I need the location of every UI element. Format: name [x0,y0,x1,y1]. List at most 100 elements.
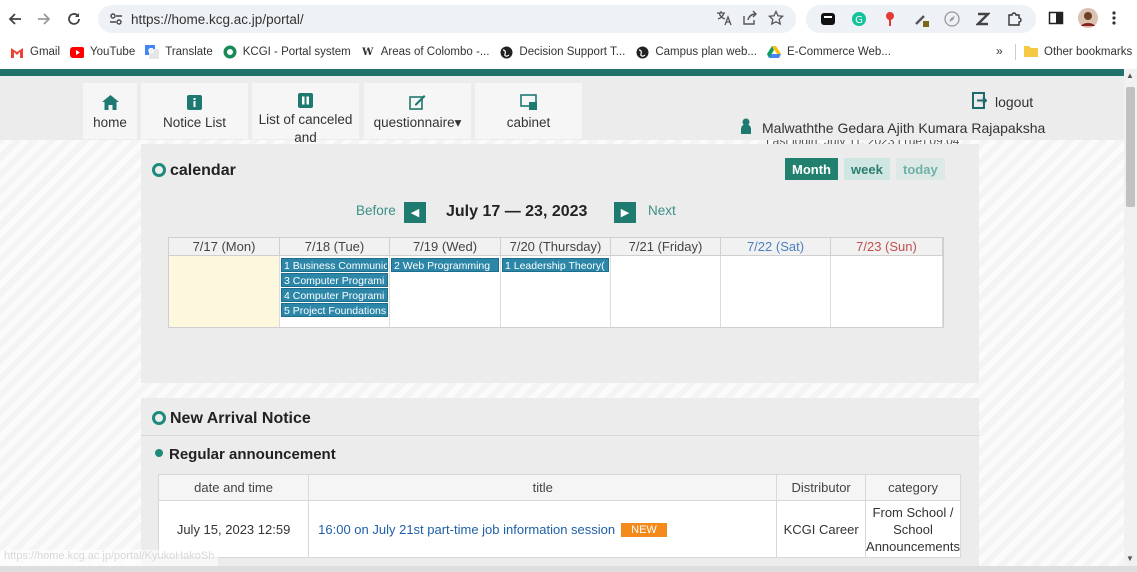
bullet-dot [155,449,163,457]
pin-extension-icon[interactable] [881,10,899,28]
bookmark-wikipedia[interactable]: W Areas of Colombo -... [361,45,489,59]
z-extension-icon[interactable] [974,10,992,28]
chevron-left-icon: ◀ [410,207,420,219]
column-header: Distributor [776,474,867,501]
bookmark-translate[interactable]: G Translate [145,45,213,59]
other-bookmarks-folder[interactable]: Other bookmarks [1024,38,1132,66]
day-header: 7/20 (Thursday) [501,238,611,255]
bookmark-gmail[interactable]: Gmail [10,45,60,59]
day-cell[interactable] [721,256,831,327]
browser-menu-icon[interactable] [1112,10,1116,28]
day-header: 7/18 (Tue) [280,238,390,255]
calendar-event[interactable]: 3 Computer Programi [281,273,388,287]
page-viewport: home Notice List List of canceled and su… [0,69,1124,566]
grammarly-icon[interactable]: G [850,10,868,28]
notice-title-link[interactable]: 16:00 on July 21st part-time job informa… [318,522,615,537]
bookmark-label: YouTube [90,46,136,58]
month-view-button[interactable]: Month [785,158,838,180]
eyedropper-extension-icon[interactable] [912,10,930,28]
calendar-event[interactable]: 1 Leadership Theory( [502,258,609,272]
notice-title-cell: 16:00 on July 21st part-time job informa… [308,500,778,558]
bookmark-ecommerce[interactable]: E-Commerce Web... [766,45,891,59]
next-week-button[interactable]: ▶ [614,202,636,223]
side-panel-icon[interactable] [1048,10,1064,29]
bookmark-campus-plan[interactable]: Campus plan web... [635,45,757,59]
prev-week-button[interactable]: ◀ [404,202,426,223]
back-button[interactable] [0,4,30,34]
day-header: 7/17 (Mon) [169,238,280,255]
tab-questionnaire[interactable]: questionnaire▾ [364,83,471,139]
gmail-icon [10,45,24,59]
compass-extension-icon[interactable] [943,10,961,28]
calendar-event[interactable]: 2 Web Programming [391,258,499,272]
before-link[interactable]: Before [356,203,396,218]
bookmark-decision-support[interactable]: Decision Support T... [499,45,625,59]
bookmark-label: Gmail [30,46,61,58]
bookmark-star-icon[interactable] [767,9,785,29]
next-link[interactable]: Next [648,203,676,218]
scroll-up-arrow-icon[interactable]: ▲ [1126,71,1134,80]
week-view-button[interactable]: week [844,158,890,180]
ring-icon [152,163,166,177]
extensions-puzzle-icon[interactable] [1005,10,1023,28]
calendar-event[interactable]: 5 Project Foundations [281,303,388,317]
other-bookmarks-label: Other bookmarks [1044,46,1133,58]
day-header: 7/22 (Sat) [721,238,831,255]
translate-icon[interactable] [716,10,732,29]
home-icon [101,93,119,111]
ring-icon [152,411,166,425]
share-icon[interactable] [742,10,758,29]
tab-label: cabinet [506,115,551,130]
forward-button[interactable] [29,4,59,34]
svg-text:G: G [148,47,154,55]
scrollbar-thumb[interactable] [1126,87,1135,207]
page-scrollbar[interactable]: ▲ ▼ [1124,69,1137,566]
tab-label: questionnaire▾ [373,115,462,130]
tab-notice-list[interactable]: Notice List [141,83,248,139]
status-bar-url: https://home.kcg.ac.jp/portal/KyukoHakoS… [0,550,219,566]
site-info-icon[interactable] [107,13,125,25]
profile-avatar[interactable] [1078,7,1098,31]
globe-icon [635,45,649,59]
browser-toolbar: https://home.kcg.ac.jp/portal/ G [0,0,1137,38]
day-header: 7/23 (Sun) [831,238,943,255]
day-header: 7/19 (Wed) [390,238,501,255]
calendar-event[interactable]: 4 Computer Programi [281,288,388,302]
tab-home[interactable]: home [83,83,137,139]
drive-icon [766,45,781,59]
tab-cabinet[interactable]: cabinet [475,83,582,139]
calendar-event[interactable]: 1 Business Communic [281,258,388,272]
user-icon [740,118,752,137]
today-button[interactable]: today [896,158,945,180]
back-arrow-icon [8,13,21,25]
logout-icon [972,92,988,112]
reload-icon [68,13,80,25]
bookmarks-bar: Gmail YouTube G Translate KCGI - Portal s… [0,38,1137,66]
day-cell[interactable] [611,256,721,327]
reload-button[interactable] [59,4,89,34]
day-cell[interactable]: 1 Business Communic 3 Computer Programi 4 … [280,256,390,327]
table-row[interactable]: July 15, 2023 12:59 16:00 on July 21st p… [157,500,961,558]
scroll-down-arrow-icon[interactable]: ▼ [1126,554,1134,563]
calendar-title: calendar [170,162,236,179]
day-cell[interactable] [831,256,943,327]
day-cell[interactable]: 1 Leadership Theory( [501,256,611,327]
notice-panel: New Arrival Notice Regular announcement … [141,398,979,566]
notice-title: New Arrival Notice [170,410,311,427]
chevron-right-icon: ▶ [620,207,630,219]
bookmark-youtube[interactable]: YouTube [70,45,135,59]
edit-icon [409,93,427,111]
day-cell[interactable]: 2 Web Programming [390,256,501,327]
more-bookmarks-button[interactable]: » [996,44,1003,58]
day-cell[interactable] [169,256,280,327]
bookmark-kcgi-portal[interactable]: KCGI - Portal system [223,45,351,59]
column-header: category [865,474,961,501]
tab-canceled-classes[interactable]: List of canceled and supplementary class… [252,83,359,181]
extension-icon-1[interactable] [819,10,837,28]
address-bar[interactable]: https://home.kcg.ac.jp/portal/ [98,5,796,33]
bookmark-label: E-Commerce Web... [786,46,891,58]
url-text[interactable]: https://home.kcg.ac.jp/portal/ [131,12,304,27]
youtube-icon [70,45,85,59]
logout-link[interactable]: logout [972,92,1033,112]
header-accent-bar [0,69,1124,76]
